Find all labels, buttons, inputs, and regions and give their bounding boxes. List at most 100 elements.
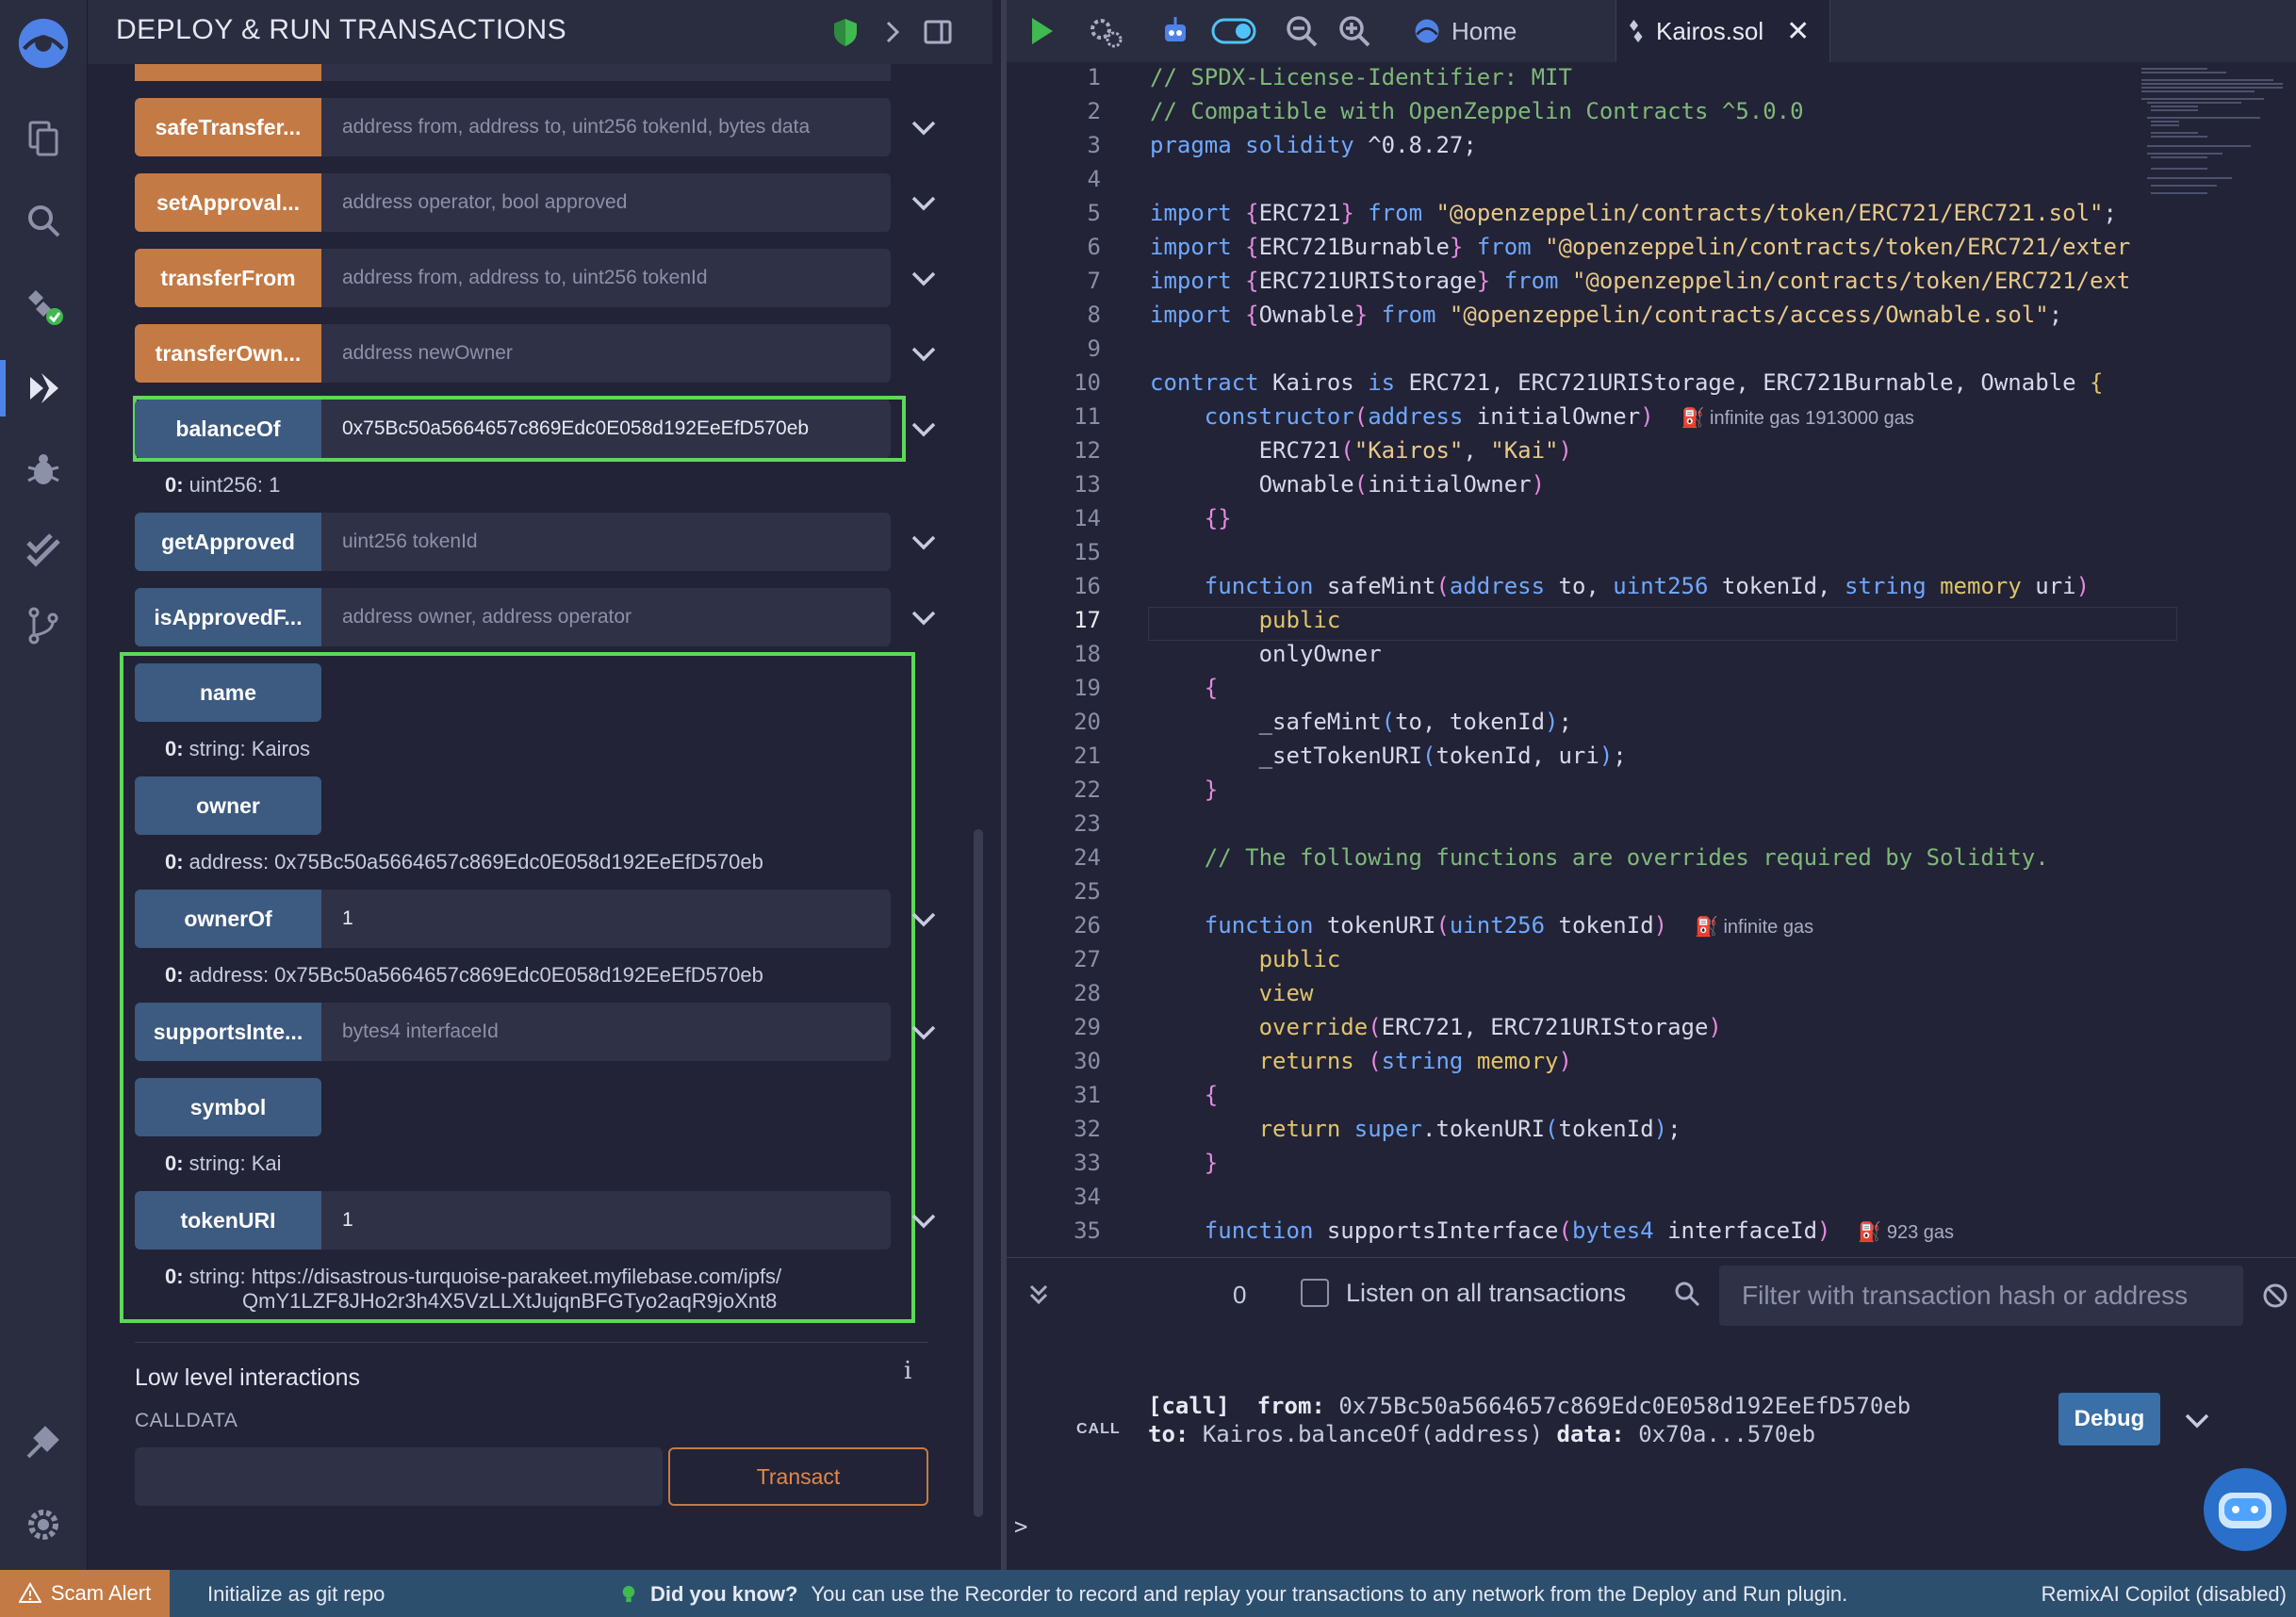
plugin-manager-icon[interactable] xyxy=(17,1415,70,1468)
run-script-icon[interactable] xyxy=(1024,13,1059,49)
call-line-from: [call] from: 0x75Bc50a5664657c869Edc0E05… xyxy=(1148,1393,1911,1419)
tab-file-label: Kairos.sol xyxy=(1656,16,1764,45)
line-number: 35 xyxy=(1074,1217,1101,1244)
zoom-in-icon[interactable] xyxy=(1337,13,1372,49)
line-number: 9 xyxy=(1087,335,1101,362)
supports-interface-input[interactable]: bytes4 interfaceId xyxy=(321,1003,891,1061)
transfer-ownership-input[interactable]: address newOwner xyxy=(321,324,891,383)
code-line: {} xyxy=(1204,505,1232,531)
line-number: 14 xyxy=(1074,505,1101,531)
is-approved-for-all-input[interactable]: address owner, address operator xyxy=(321,588,891,646)
fn-row-transfer-ownership: transferOwn... address newOwner xyxy=(135,324,936,383)
chevron-down-icon[interactable] xyxy=(906,411,942,447)
scam-alert-button[interactable]: Scam Alert xyxy=(0,1570,170,1617)
fn-row-safe-transfer: safeTransfer... address from, address to… xyxy=(135,98,936,156)
line-number: 17 xyxy=(1074,607,1101,633)
supports-interface-button[interactable]: supportsInte... xyxy=(135,1003,321,1061)
code-editor[interactable]: 1 2 3 4 5 6 7 8 9 10 11 12 13 14 15 16 17 18 19 20 21 22 23 24 2… xyxy=(1007,62,2296,1257)
fn-row-balance-of: balanceOf 0x75Bc50a5664657c869Edc0E058d1… xyxy=(135,400,936,458)
transact-button[interactable]: Transact xyxy=(668,1447,928,1506)
chevron-down-icon[interactable] xyxy=(906,109,942,145)
line-number: 18 xyxy=(1074,641,1101,667)
close-tab-icon[interactable]: ✕ xyxy=(1786,15,1810,48)
panel-scrollbar[interactable] xyxy=(974,829,983,1517)
git-icon[interactable] xyxy=(17,599,70,652)
listen-all-checkbox[interactable] xyxy=(1301,1279,1329,1307)
fn-row-set-approval: setApproval... address operator, bool ap… xyxy=(135,173,936,232)
solidity-compiler-icon[interactable] xyxy=(17,279,70,332)
chevron-down-icon[interactable] xyxy=(906,260,942,296)
collapse-terminal-icon[interactable] xyxy=(1024,1279,1054,1309)
info-icon[interactable]: i xyxy=(904,1357,911,1385)
code-minimap[interactable] xyxy=(2128,62,2296,251)
fn-row-get-approved: getApproved uint256 tokenId xyxy=(135,513,936,571)
safe-transfer-button[interactable]: safeTransfer... xyxy=(135,98,321,156)
get-approved-input[interactable]: uint256 tokenId xyxy=(321,513,891,571)
safe-transfer-input[interactable]: address from, address to, uint256 tokenI… xyxy=(321,98,891,156)
did-you-know: Did you know? You can use the Recorder t… xyxy=(620,1582,1847,1607)
settings-gear-icon[interactable] xyxy=(17,1498,70,1551)
owner-button[interactable]: owner xyxy=(135,776,321,835)
fn-row-owner: owner xyxy=(135,776,908,835)
status-bar: Scam Alert Initialize as git repo Did yo… xyxy=(0,1570,2296,1617)
clear-console-icon[interactable] xyxy=(2260,1281,2290,1311)
line-number: 29 xyxy=(1074,1014,1101,1040)
remix-home-icon xyxy=(1415,19,1439,43)
chevron-down-icon[interactable] xyxy=(906,185,942,220)
owner-of-button[interactable]: ownerOf xyxy=(135,890,321,948)
chevron-down-icon[interactable] xyxy=(906,901,942,937)
balance-of-button[interactable]: balanceOf xyxy=(135,400,321,458)
transfer-from-input[interactable]: address from, address to, uint256 tokenI… xyxy=(321,249,891,307)
chevron-down-icon[interactable] xyxy=(906,1014,942,1050)
copilot-status[interactable]: RemixAI Copilot (disabled) xyxy=(2042,1582,2287,1607)
tab-kairos-sol[interactable]: Kairos.sol ✕ xyxy=(1615,0,1830,62)
file-explorer-icon[interactable] xyxy=(17,111,70,164)
terminal-filter-input[interactable]: Filter with transaction hash or address xyxy=(1719,1266,2243,1326)
code-line: Ownable(initialOwner) xyxy=(1150,471,1546,498)
is-approved-for-all-button[interactable]: isApprovedF... xyxy=(135,588,321,646)
solidity-unit-testing-icon[interactable] xyxy=(17,524,70,577)
chevron-right-icon[interactable] xyxy=(876,15,910,49)
token-uri-input[interactable]: 1 xyxy=(321,1191,891,1250)
tab-home-label: Home xyxy=(1451,16,1517,45)
transfer-from-button[interactable]: transferFrom xyxy=(135,249,321,307)
get-approved-button[interactable]: getApproved xyxy=(135,513,321,571)
shield-icon[interactable] xyxy=(828,15,862,49)
chevron-down-icon[interactable] xyxy=(906,599,942,635)
editor-tab-bar: Home Kairos.sol ✕ xyxy=(1007,0,2296,62)
zoom-out-icon[interactable] xyxy=(1284,13,1320,49)
compile-settings-icon[interactable] xyxy=(1088,13,1123,49)
remix-ai-assistant-icon[interactable] xyxy=(2202,1466,2288,1553)
ai-robot-icon[interactable] xyxy=(1157,13,1193,49)
line-number: 5 xyxy=(1087,200,1101,226)
symbol-button[interactable]: symbol xyxy=(135,1078,321,1136)
calldata-input[interactable] xyxy=(135,1447,663,1506)
balance-of-input[interactable]: 0x75Bc50a5664657c869Edc0E058d192EeEfD570… xyxy=(321,400,891,458)
token-uri-result-line1: 0: string: https://disastrous-turquoise-… xyxy=(165,1265,782,1288)
terminal-prompt[interactable]: > xyxy=(1014,1513,1027,1540)
search-icon[interactable] xyxy=(17,194,70,247)
chevron-down-icon[interactable] xyxy=(906,335,942,371)
calldata-label: CALLDATA xyxy=(135,1410,238,1431)
name-button[interactable]: name xyxy=(135,663,321,722)
token-uri-button[interactable]: tokenURI xyxy=(135,1191,321,1250)
debug-button[interactable]: Debug xyxy=(2058,1393,2160,1446)
transfer-ownership-button[interactable]: transferOwn... xyxy=(135,324,321,383)
debugger-icon[interactable] xyxy=(17,443,70,496)
dyk-title: Did you know? xyxy=(650,1582,798,1606)
init-git-link[interactable]: Initialize as git repo xyxy=(207,1582,385,1607)
remix-logo-icon[interactable] xyxy=(9,9,77,77)
deploy-run-icon[interactable] xyxy=(17,362,70,415)
line-number: 11 xyxy=(1074,403,1101,430)
chevron-down-icon[interactable] xyxy=(2179,1402,2215,1438)
search-icon[interactable] xyxy=(1672,1279,1702,1309)
ai-toggle-icon[interactable] xyxy=(1210,13,1257,49)
chevron-down-icon[interactable] xyxy=(906,524,942,560)
chevron-down-icon[interactable] xyxy=(906,1202,942,1238)
set-approval-input[interactable]: address operator, bool approved xyxy=(321,173,891,232)
tab-home[interactable]: Home xyxy=(1395,0,1614,62)
set-approval-button[interactable]: setApproval... xyxy=(135,173,321,232)
toggle-panel-icon[interactable] xyxy=(921,15,955,49)
owner-of-input[interactable]: 1 xyxy=(321,890,891,948)
token-uri-result-line2: QmY1LZF8JHo2r3h4X5VzLLXtJujqnBFGTyo2aqR9… xyxy=(242,1289,778,1313)
